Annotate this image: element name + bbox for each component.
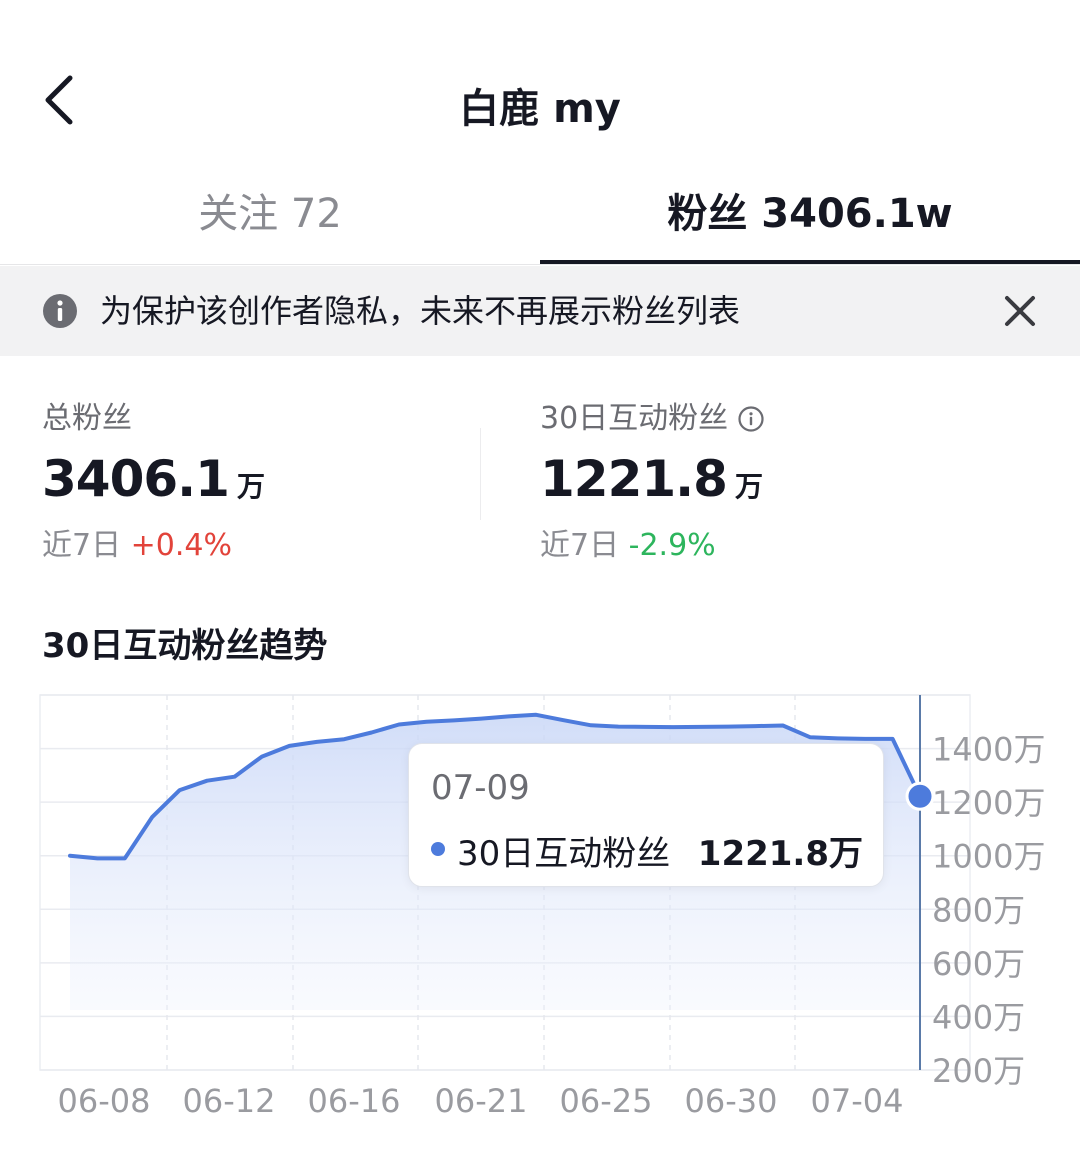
active-followers-label-row: 30日互动粉丝	[540, 398, 1000, 440]
x-tick-label: 07-04	[811, 1082, 904, 1120]
x-tick-label: 06-16	[308, 1082, 401, 1120]
active-followers-label: 30日互动粉丝	[540, 401, 729, 436]
y-tick-label: 1400万	[932, 731, 1045, 769]
active-followers-change-value: -2.9%	[628, 528, 716, 563]
y-tick-label: 1200万	[932, 784, 1045, 822]
tooltip-series-dot	[431, 842, 445, 856]
tab-divider	[0, 264, 1080, 265]
page-title: 白鹿 my	[459, 86, 621, 132]
tooltip-date: 07-09	[431, 768, 530, 808]
tooltip-value: 1221.8万	[697, 834, 863, 874]
stat-divider	[480, 428, 481, 520]
tooltip-series-name: 30日互动粉丝	[457, 834, 671, 874]
x-tick-label: 06-12	[183, 1082, 276, 1120]
total-followers-stat: 总粉丝 3406.1 万 近7日 +0.4%	[42, 398, 502, 564]
tab-followers[interactable]: 粉丝 3406.1w	[540, 160, 1080, 260]
notice-text: 为保护该创作者隐私，未来不再展示粉丝列表	[100, 292, 741, 330]
y-tick-label: 800万	[932, 891, 1025, 929]
active-followers-unit: 万	[734, 470, 763, 503]
info-circle-icon[interactable]	[738, 406, 764, 432]
x-tick-label: 06-21	[435, 1082, 528, 1120]
nav-bar: 白鹿 my	[0, 50, 1080, 150]
total-followers-change-value: +0.4%	[130, 528, 232, 563]
total-followers-unit: 万	[236, 470, 265, 503]
y-tick-label: 400万	[932, 998, 1025, 1036]
x-tick-label: 06-30	[685, 1082, 778, 1120]
tab-following[interactable]: 关注 72	[0, 160, 540, 260]
active-followers-value: 1221.8	[540, 450, 728, 508]
y-tick-label: 1000万	[932, 838, 1045, 876]
highlight-point	[905, 781, 935, 811]
active-followers-change: 近7日 -2.9%	[540, 520, 1000, 564]
info-icon	[43, 294, 77, 328]
total-followers-value-row: 3406.1 万	[42, 450, 502, 514]
y-tick-label: 600万	[932, 945, 1025, 983]
tab-bar: 关注 72 粉丝 3406.1w	[0, 160, 1080, 266]
x-tick-label: 06-25	[560, 1082, 653, 1120]
privacy-notice-banner: 为保护该创作者隐私，未来不再展示粉丝列表	[0, 266, 1080, 356]
y-tick-label: 200万	[932, 1052, 1025, 1090]
change-period-label: 近7日	[42, 528, 122, 563]
chart-title: 30日互动粉丝趋势	[42, 626, 328, 666]
x-tick-label: 06-08	[58, 1082, 151, 1120]
chart-tooltip: 07-09 30日互动粉丝 1221.8万	[408, 743, 884, 887]
total-followers-value: 3406.1	[42, 450, 230, 508]
total-followers-change: 近7日 +0.4%	[42, 520, 502, 564]
change-period-label: 近7日	[540, 528, 620, 563]
close-icon[interactable]	[1000, 291, 1040, 331]
active-followers-value-row: 1221.8 万	[540, 450, 1000, 514]
active-followers-stat: 30日互动粉丝 1221.8 万 近7日 -2.9%	[540, 398, 1000, 564]
total-followers-label: 总粉丝	[42, 401, 132, 436]
